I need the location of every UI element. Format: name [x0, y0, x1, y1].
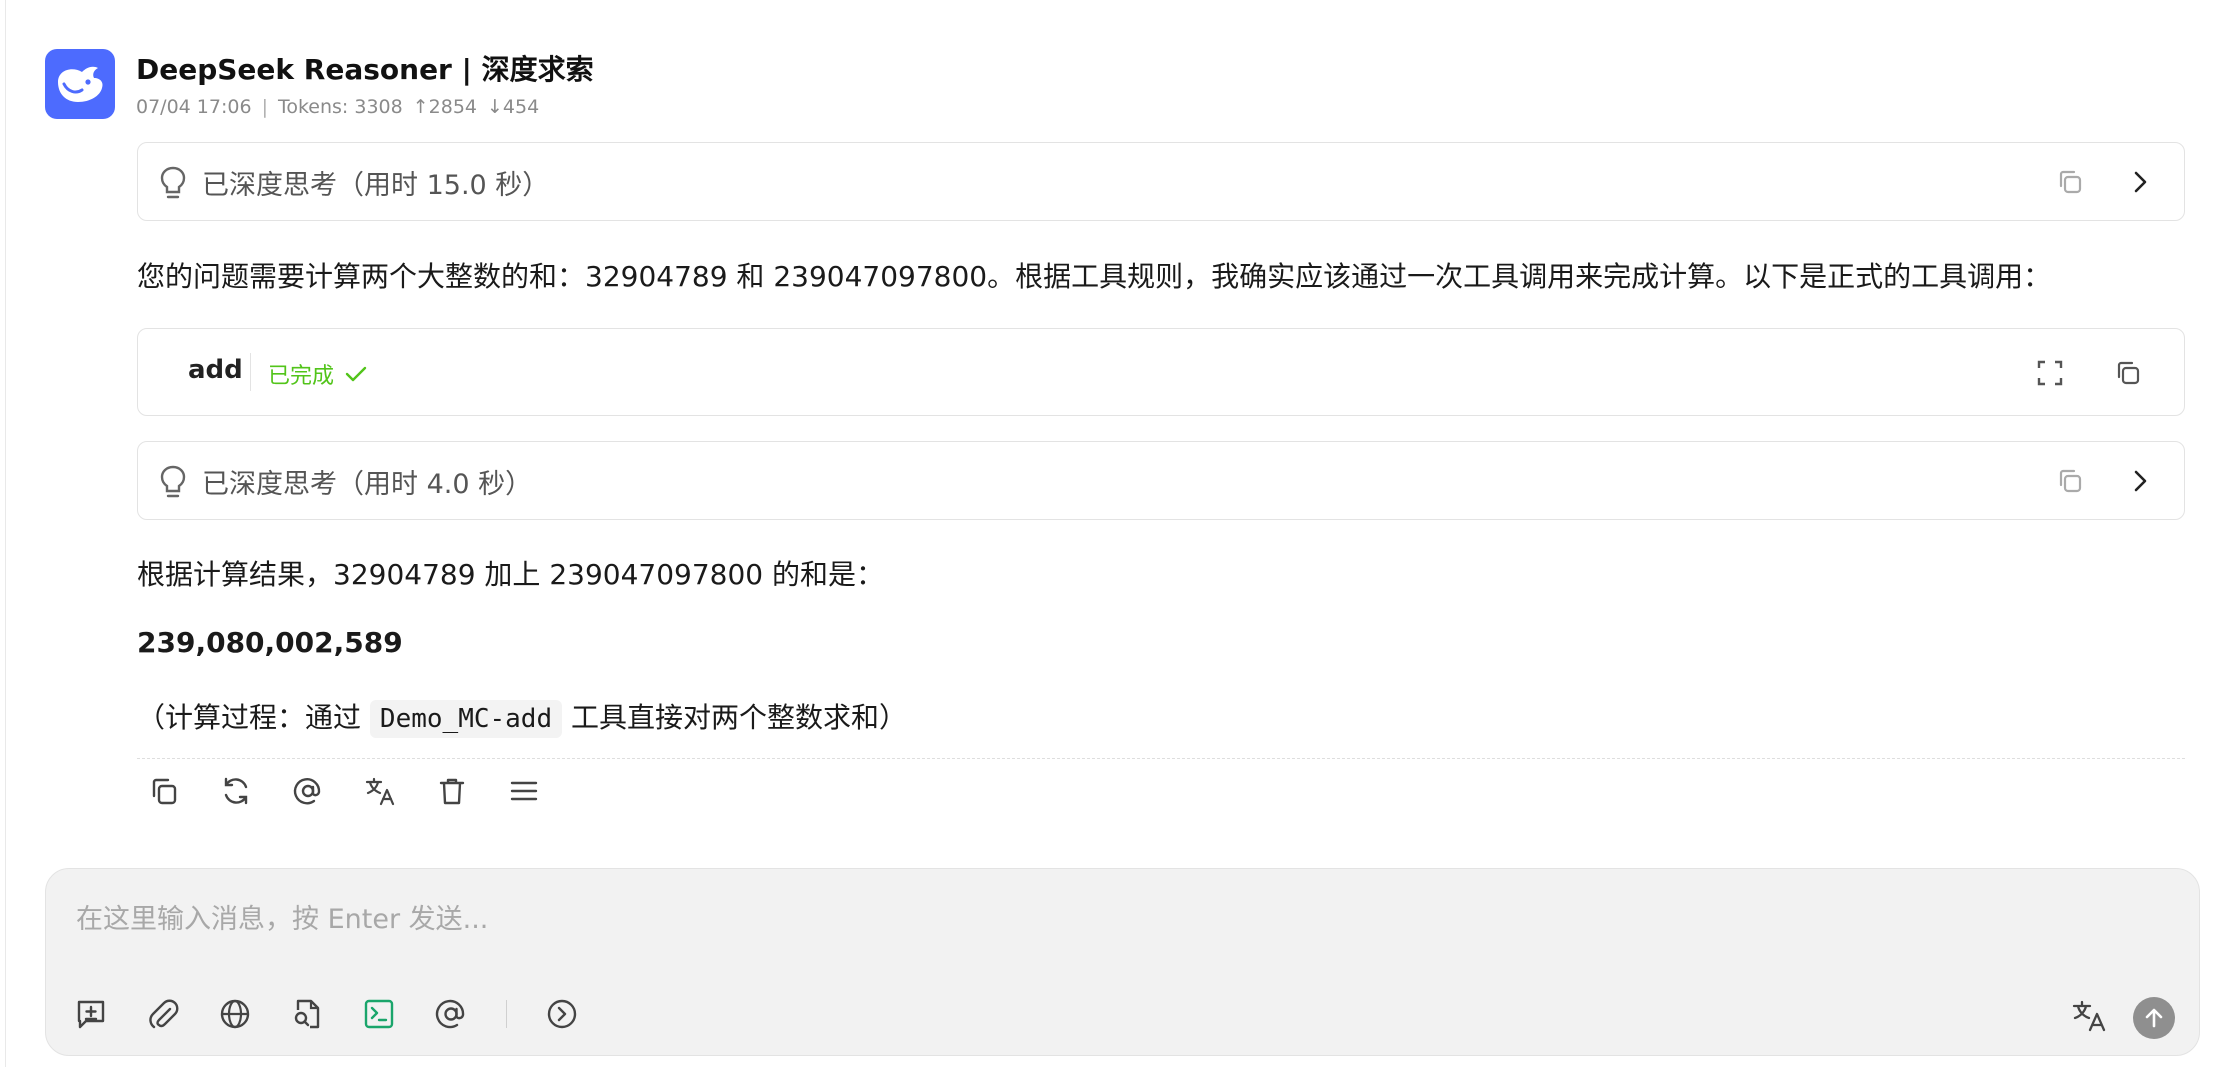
copy-icon[interactable] — [148, 775, 180, 807]
translate-icon[interactable] — [364, 775, 396, 807]
token-count: Tokens: 3308 — [277, 96, 403, 118]
attachment-icon[interactable] — [146, 997, 180, 1031]
terminal-icon[interactable] — [362, 997, 396, 1031]
regenerate-icon[interactable] — [220, 775, 252, 807]
tokens-up: ↑2854 — [412, 96, 478, 118]
message-input-box[interactable]: 在这里输入消息，按 Enter 发送... — [45, 868, 2200, 1056]
tool-divider — [250, 353, 251, 391]
copy-icon[interactable] — [2056, 467, 2084, 499]
meta-separator: | — [261, 96, 268, 118]
new-topic-icon[interactable] — [74, 997, 108, 1031]
model-avatar — [45, 49, 115, 119]
tokens-down: ↓454 — [487, 96, 540, 118]
thinking-panel[interactable]: 已深度思考（用时 4.0 秒） — [137, 441, 2185, 520]
thinking-panel[interactable]: 已深度思考（用时 15.0 秒） — [137, 142, 2185, 221]
tool-status-label: 已完成 — [268, 364, 335, 389]
lightbulb-icon — [158, 464, 188, 504]
lightbulb-icon — [158, 165, 188, 205]
process-prefix: （计算过程：通过 — [137, 701, 362, 734]
copy-icon[interactable] — [2114, 359, 2142, 391]
left-border — [5, 0, 6, 1067]
thinking-label: 已深度思考（用时 15.0 秒） — [202, 170, 550, 201]
message-divider — [137, 758, 2185, 759]
expand-icon[interactable] — [2036, 359, 2064, 391]
chevron-right-icon[interactable] — [2126, 467, 2154, 499]
file-search-icon[interactable] — [290, 997, 324, 1031]
model-name: DeepSeek Reasoner | 深度求索 — [136, 53, 594, 86]
web-search-icon[interactable] — [218, 997, 252, 1031]
tool-code: Demo_MC-add — [369, 700, 563, 738]
message-actions — [148, 775, 540, 807]
mention-icon[interactable] — [292, 775, 324, 807]
calculation-process: （计算过程：通过 Demo_MC-add 工具直接对两个整数求和） — [137, 696, 908, 738]
message-input[interactable]: 在这里输入消息，按 Enter 发送... — [76, 897, 488, 936]
toolbar-separator — [506, 1000, 507, 1028]
thinking-label: 已深度思考（用时 4.0 秒） — [202, 469, 533, 500]
response-intro: 您的问题需要计算两个大整数的和：32904789 和 239047097800。… — [137, 260, 2052, 293]
more-icon[interactable] — [545, 997, 579, 1031]
translate-icon[interactable] — [2071, 998, 2107, 1038]
tool-name: add — [188, 355, 243, 385]
tool-call-panel[interactable]: add 已完成 — [137, 328, 2185, 416]
chevron-right-icon[interactable] — [2126, 168, 2154, 200]
send-button[interactable] — [2133, 997, 2175, 1039]
menu-icon[interactable] — [508, 775, 540, 807]
copy-icon[interactable] — [2056, 168, 2084, 200]
message-timestamp: 07/04 17:06 — [136, 96, 252, 118]
arrow-up-icon — [2145, 1008, 2163, 1028]
result-value: 239,080,002,589 — [137, 626, 403, 659]
tool-status: 已完成 — [268, 358, 368, 390]
deepseek-whale-icon — [58, 66, 103, 102]
input-toolbar-right — [2071, 997, 2175, 1039]
mention-icon[interactable] — [434, 997, 468, 1031]
check-icon — [345, 366, 367, 382]
process-suffix: 工具直接对两个整数求和） — [571, 701, 908, 734]
result-intro: 根据计算结果，32904789 加上 239047097800 的和是： — [137, 558, 884, 591]
delete-icon[interactable] — [436, 775, 468, 807]
message-meta: 07/04 17:06 | Tokens: 3308 ↑2854 ↓454 — [136, 96, 539, 118]
input-toolbar — [74, 997, 579, 1031]
